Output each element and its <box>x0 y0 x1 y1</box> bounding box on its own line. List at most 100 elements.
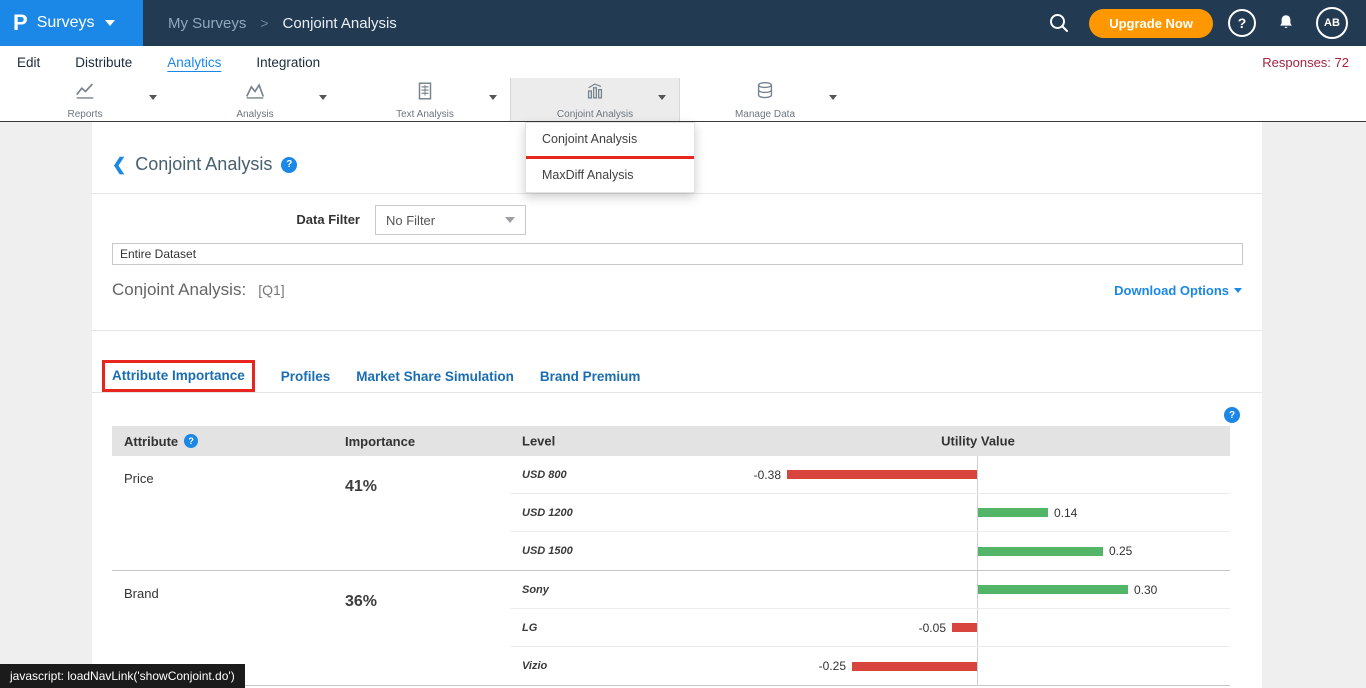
breadcrumb-my-surveys[interactable]: My Surveys <box>168 15 246 32</box>
toolbar-item-text-analysis[interactable]: Text Analysis <box>340 78 510 121</box>
tab-market-share-simulation[interactable]: Market Share Simulation <box>356 369 514 384</box>
toolbar-item-label: Conjoint Analysis <box>557 109 633 120</box>
breadcrumb: My Surveys > Conjoint Analysis <box>168 15 397 32</box>
database-icon <box>754 80 776 107</box>
conjoint-dropdown-menu: Conjoint Analysis MaxDiff Analysis <box>525 122 695 193</box>
table-help-icon[interactable]: ? <box>1224 407 1240 423</box>
level-row: USD 1200 0.14 <box>510 494 1230 532</box>
level-row: LG -0.05 <box>510 609 1230 647</box>
text-grid-icon <box>414 80 436 107</box>
chevron-down-icon <box>105 20 115 26</box>
topbar-actions: Upgrade Now ? AB <box>1044 7 1366 39</box>
data-filter-label: Data Filter <box>260 212 360 227</box>
tab-integration[interactable]: Integration <box>256 55 320 70</box>
download-options-link[interactable]: Download Options <box>1114 283 1242 298</box>
topbar: P Surveys My Surveys > Conjoint Analysis… <box>0 0 1366 46</box>
divider <box>92 392 1262 393</box>
toolbar-item-label: Reports <box>67 109 102 120</box>
page: P Surveys My Surveys > Conjoint Analysis… <box>0 0 1366 688</box>
toolbar-item-conjoint-analysis[interactable]: Conjoint Analysis <box>510 78 680 121</box>
toolbar-item-label: Text Analysis <box>396 109 454 120</box>
attribute-help-icon[interactable]: ? <box>184 434 198 448</box>
tab-attribute-importance[interactable]: Attribute Importance <box>112 368 245 383</box>
survey-nav: Edit Distribute Analytics Integration Re… <box>0 46 1366 78</box>
breadcrumb-current: Conjoint Analysis <box>283 15 397 32</box>
level-name: USD 1500 <box>522 545 573 557</box>
toolbar-item-label: Analysis <box>236 109 273 120</box>
chevron-down-icon <box>505 217 515 223</box>
line-chart-icon <box>74 80 96 107</box>
tab-distribute[interactable]: Distribute <box>75 55 132 70</box>
toolbar-item-manage-data[interactable]: Manage Data <box>680 78 850 121</box>
tab-analytics[interactable]: Analytics <box>167 55 221 70</box>
chevron-down-icon[interactable] <box>829 95 837 100</box>
chevron-down-icon[interactable] <box>489 95 497 100</box>
download-options-label: Download Options <box>1114 283 1229 298</box>
breadcrumb-separator: > <box>260 15 268 31</box>
divider <box>92 330 1262 331</box>
chevron-down-icon[interactable] <box>658 95 666 100</box>
importance-value: 36% <box>345 571 510 685</box>
upgrade-now-button[interactable]: Upgrade Now <box>1089 9 1213 38</box>
header-attribute: Attribute <box>124 434 178 449</box>
tab-edit[interactable]: Edit <box>17 55 40 70</box>
utility-bar: 0.14 <box>510 494 1230 531</box>
dataset-value: Entire Dataset <box>120 247 196 261</box>
utility-bar: -0.38 <box>510 456 1230 493</box>
level-name: LG <box>522 622 537 634</box>
tab-profiles[interactable]: Profiles <box>281 369 331 384</box>
table-group-price: Price 41% USD 800 -0.38 USD 1200 0.14 <box>112 456 1230 571</box>
level-row: USD 1500 0.25 <box>510 532 1230 570</box>
section-title: Conjoint Analysis: <box>112 280 246 300</box>
utility-bar: 0.25 <box>510 532 1230 570</box>
data-filter-value: No Filter <box>386 213 435 228</box>
utility-table: Attribute ? Importance Level Utility Val… <box>112 426 1230 686</box>
annotation-box: Attribute Importance <box>102 360 255 392</box>
level-name: Sony <box>522 584 549 596</box>
chevron-down-icon <box>1234 288 1242 293</box>
questionpro-logo: P <box>13 12 28 34</box>
table-header: Attribute ? Importance Level Utility Val… <box>112 426 1230 456</box>
header-importance: Importance <box>345 434 415 449</box>
data-filter-select[interactable]: No Filter <box>375 205 526 235</box>
analysis-tabs: Attribute Importance Profiles Market Sha… <box>102 360 640 392</box>
responses-count: Responses: 72 <box>1262 55 1349 70</box>
chevron-down-icon[interactable] <box>149 95 157 100</box>
product-name: Surveys <box>37 14 95 32</box>
utility-bar: -0.25 <box>510 647 1230 685</box>
utility-bar: -0.05 <box>510 609 1230 646</box>
toolbar-item-analysis[interactable]: Analysis <box>170 78 340 121</box>
search-icon[interactable] <box>1044 8 1074 38</box>
divider <box>92 193 1262 194</box>
toolbar-item-reports[interactable]: Reports <box>0 78 170 121</box>
menu-item-maxdiff-analysis[interactable]: MaxDiff Analysis <box>526 159 694 192</box>
bar-chart-icon <box>584 80 606 107</box>
header-level: Level <box>522 434 555 449</box>
help-button[interactable]: ? <box>1228 9 1256 37</box>
level-row: USD 800 -0.38 <box>510 456 1230 494</box>
toolbar-item-label: Manage Data <box>735 109 795 120</box>
level-name: USD 800 <box>522 469 567 481</box>
level-row: Vizio -0.25 <box>510 647 1230 685</box>
header-utility-value: Utility Value <box>941 434 1015 449</box>
level-name: Vizio <box>522 660 547 672</box>
analytics-toolbar: Reports Analysis Text Analysis Conjoint … <box>0 78 1366 122</box>
content-card: ❮ Conjoint Analysis ? Data Filter No Fil… <box>92 122 1262 688</box>
back-chevron-icon[interactable]: ❮ <box>112 155 126 175</box>
menu-item-conjoint-analysis[interactable]: Conjoint Analysis <box>526 123 694 156</box>
attribute-name: Price <box>112 456 345 570</box>
level-row: Sony 0.30 <box>510 571 1230 609</box>
tab-brand-premium[interactable]: Brand Premium <box>540 369 641 384</box>
dataset-panel-header[interactable]: Entire Dataset <box>112 243 1243 265</box>
level-name: USD 1200 <box>522 507 573 519</box>
product-switcher[interactable]: P Surveys <box>0 0 143 46</box>
page-title: Conjoint Analysis <box>135 154 272 175</box>
help-badge-icon[interactable]: ? <box>281 157 297 173</box>
chevron-down-icon[interactable] <box>319 95 327 100</box>
section-row: Conjoint Analysis: [Q1] Download Options <box>112 280 1242 300</box>
notifications-bell-icon[interactable] <box>1271 8 1301 38</box>
importance-value: 41% <box>345 456 510 570</box>
page-title-row: ❮ Conjoint Analysis ? <box>112 154 297 175</box>
question-ref: [Q1] <box>258 282 284 298</box>
avatar[interactable]: AB <box>1316 7 1348 39</box>
